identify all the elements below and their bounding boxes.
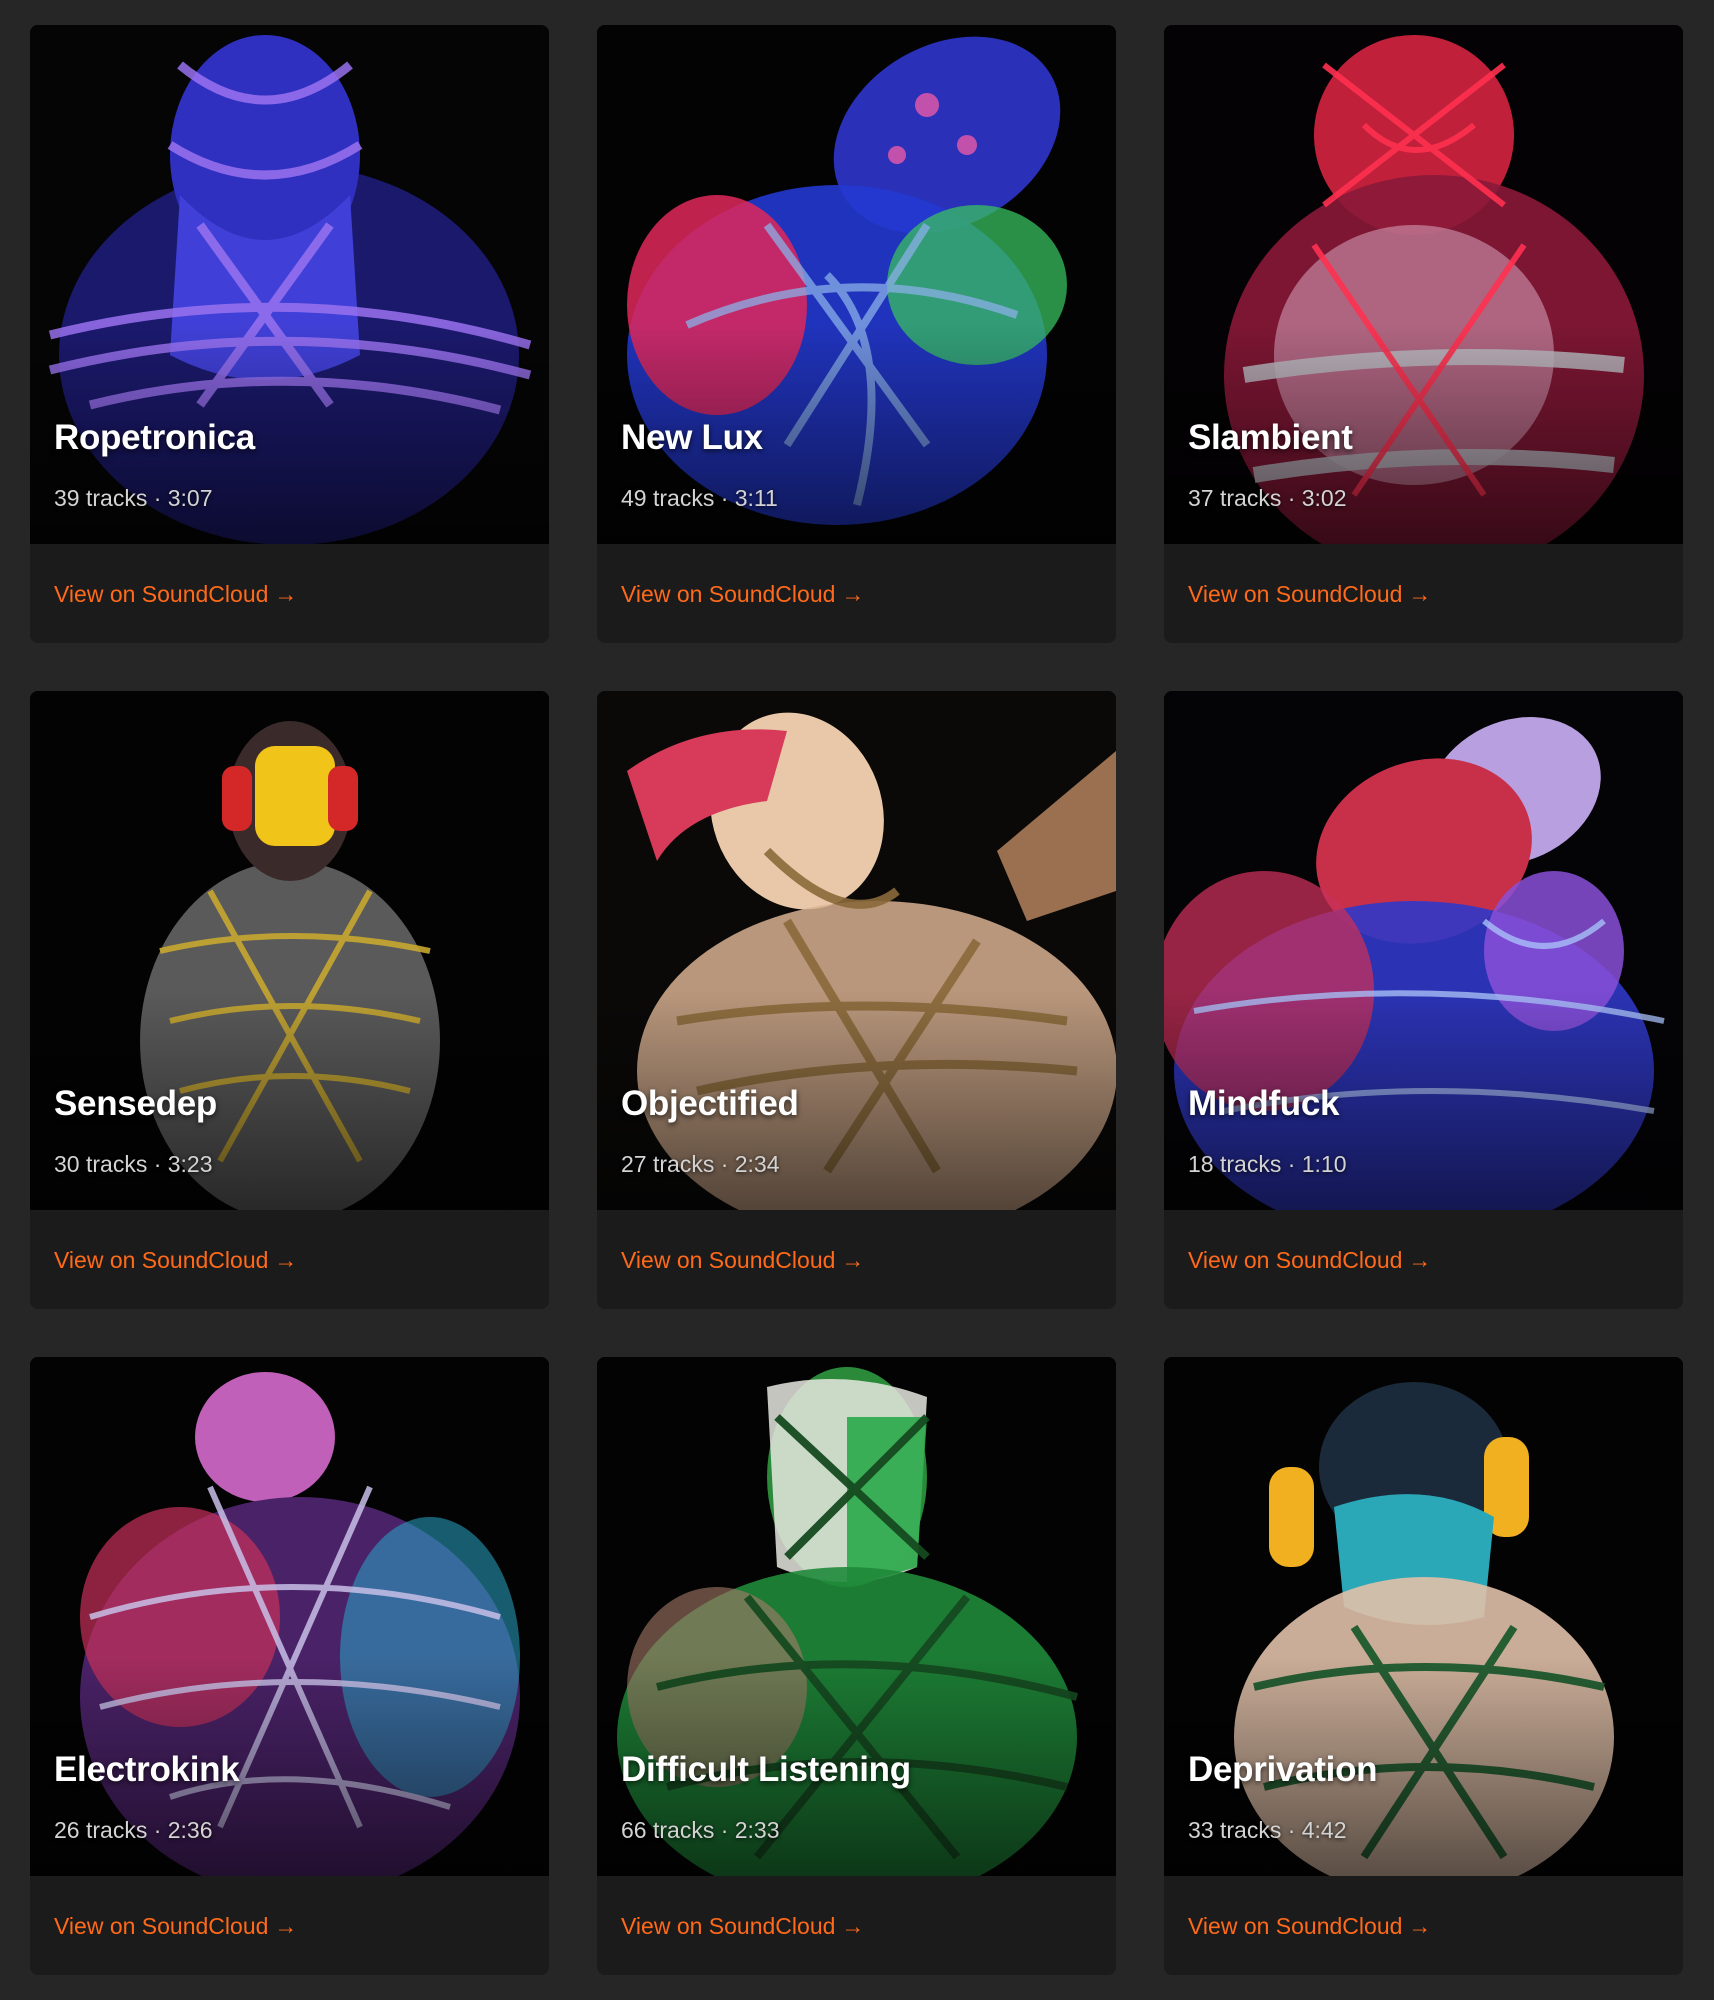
playlist-cover-image[interactable]: Electrokink 26 tracks · 2:36	[30, 1357, 549, 1876]
playlist-title: Slambient	[1188, 418, 1353, 457]
playlist-cover-image[interactable]: Mindfuck 18 tracks · 1:10	[1164, 691, 1683, 1210]
playlist-card[interactable]: Objectified 27 tracks · 2:34 View on Sou…	[597, 691, 1116, 1309]
playlist-card[interactable]: Deprivation 33 tracks · 4:42 View on Sou…	[1164, 1357, 1683, 1975]
link-label: View on SoundCloud	[621, 1247, 836, 1273]
playlist-cover-image[interactable]: Deprivation 33 tracks · 4:42	[1164, 1357, 1683, 1876]
arrow-right-icon: →	[274, 1913, 298, 1939]
playlist-title: Mindfuck	[1188, 1084, 1340, 1123]
view-on-soundcloud-link[interactable]: View on SoundCloud →	[54, 1247, 297, 1274]
link-label: View on SoundCloud	[54, 581, 269, 607]
playlist-card[interactable]: New Lux 49 tracks · 3:11 View on SoundCl…	[597, 25, 1116, 643]
link-label: View on SoundCloud	[54, 1247, 269, 1273]
view-on-soundcloud-link[interactable]: View on SoundCloud →	[621, 1247, 864, 1274]
playlist-title: Difficult Listening	[621, 1750, 911, 1789]
playlist-card[interactable]: Difficult Listening 66 tracks · 2:33 Vie…	[597, 1357, 1116, 1975]
playlist-card[interactable]: Electrokink 26 tracks · 2:36 View on Sou…	[30, 1357, 549, 1975]
playlist-meta: 18 tracks · 1:10	[1188, 1151, 1347, 1177]
playlist-cover-image[interactable]: Ropetronica 39 tracks · 3:07	[30, 25, 549, 544]
arrow-right-icon: →	[841, 1913, 865, 1939]
playlist-meta: 33 tracks · 4:42	[1188, 1817, 1347, 1843]
link-label: View on SoundCloud	[54, 1913, 269, 1939]
playlist-title: Deprivation	[1188, 1750, 1378, 1789]
playlist-title: New Lux	[621, 418, 763, 457]
playlist-meta: 26 tracks · 2:36	[54, 1817, 213, 1843]
arrow-right-icon: →	[1408, 1913, 1432, 1939]
playlist-cover-image[interactable]: New Lux 49 tracks · 3:11	[597, 25, 1116, 544]
view-on-soundcloud-link[interactable]: View on SoundCloud →	[1188, 1913, 1431, 1940]
arrow-right-icon: →	[841, 1247, 865, 1273]
link-label: View on SoundCloud	[621, 581, 836, 607]
view-on-soundcloud-link[interactable]: View on SoundCloud →	[1188, 1247, 1431, 1274]
arrow-right-icon: →	[1408, 581, 1432, 607]
playlist-meta: 37 tracks · 3:02	[1188, 485, 1347, 511]
view-on-soundcloud-link[interactable]: View on SoundCloud →	[54, 1913, 297, 1940]
playlist-card[interactable]: Sensedep 30 tracks · 3:23 View on SoundC…	[30, 691, 549, 1309]
playlist-cover-image[interactable]: Slambient 37 tracks · 3:02	[1164, 25, 1683, 544]
playlist-cover-image[interactable]: Objectified 27 tracks · 2:34	[597, 691, 1116, 1210]
playlist-cover-image[interactable]: Sensedep 30 tracks · 3:23	[30, 691, 549, 1210]
link-label: View on SoundCloud	[621, 1913, 836, 1939]
playlist-meta: 39 tracks · 3:07	[54, 485, 213, 511]
view-on-soundcloud-link[interactable]: View on SoundCloud →	[621, 581, 864, 608]
playlist-card[interactable]: Ropetronica 39 tracks · 3:07 View on Sou…	[30, 25, 549, 643]
view-on-soundcloud-link[interactable]: View on SoundCloud →	[1188, 581, 1431, 608]
playlist-card[interactable]: Slambient 37 tracks · 3:02 View on Sound…	[1164, 25, 1683, 643]
link-label: View on SoundCloud	[1188, 581, 1403, 607]
playlist-grid: Ropetronica 39 tracks · 3:07 View on Sou…	[30, 25, 1683, 1975]
playlist-meta: 30 tracks · 3:23	[54, 1151, 213, 1177]
arrow-right-icon: →	[274, 1247, 298, 1273]
link-label: View on SoundCloud	[1188, 1913, 1403, 1939]
arrow-right-icon: →	[1408, 1247, 1432, 1273]
arrow-right-icon: →	[841, 581, 865, 607]
playlist-title: Sensedep	[54, 1084, 217, 1123]
view-on-soundcloud-link[interactable]: View on SoundCloud →	[621, 1913, 864, 1940]
playlist-meta: 27 tracks · 2:34	[621, 1151, 780, 1177]
view-on-soundcloud-link[interactable]: View on SoundCloud →	[54, 581, 297, 608]
link-label: View on SoundCloud	[1188, 1247, 1403, 1273]
playlist-title: Electrokink	[54, 1750, 240, 1789]
playlist-title: Objectified	[621, 1084, 799, 1123]
arrow-right-icon: →	[274, 581, 298, 607]
playlist-meta: 66 tracks · 2:33	[621, 1817, 780, 1843]
playlist-meta: 49 tracks · 3:11	[621, 485, 778, 511]
playlist-title: Ropetronica	[54, 418, 255, 457]
playlist-card[interactable]: Mindfuck 18 tracks · 1:10 View on SoundC…	[1164, 691, 1683, 1309]
playlist-cover-image[interactable]: Difficult Listening 66 tracks · 2:33	[597, 1357, 1116, 1876]
